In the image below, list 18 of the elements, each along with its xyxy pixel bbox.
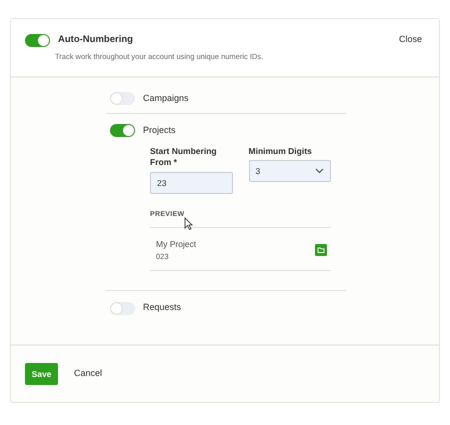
chevron-icon: [315, 168, 324, 174]
toggle-switch[interactable]: [25, 34, 50, 47]
dropdown-field[interactable]: 3: [248, 160, 331, 182]
toggle-switch[interactable]: [110, 92, 135, 106]
module-name: Projects: [143, 124, 176, 137]
preview-name: My Project: [156, 238, 196, 252]
folder-icon[interactable]: [315, 244, 327, 256]
input-field[interactable]: 23: [150, 172, 232, 194]
module-name: Campaigns: [143, 92, 189, 105]
field-label: Start Numbering From *: [150, 146, 218, 169]
field-label: Minimum Digits: [248, 146, 313, 158]
section-title: Auto-Numbering: [58, 33, 133, 47]
cursor-icon: [184, 217, 193, 230]
cancel-link[interactable]: Cancel: [74, 367, 102, 381]
module-name: Requests: [143, 301, 182, 314]
close-link[interactable]: Close: [398, 33, 422, 47]
toggle-switch[interactable]: [110, 124, 135, 137]
toggle-switch[interactable]: [110, 302, 135, 315]
